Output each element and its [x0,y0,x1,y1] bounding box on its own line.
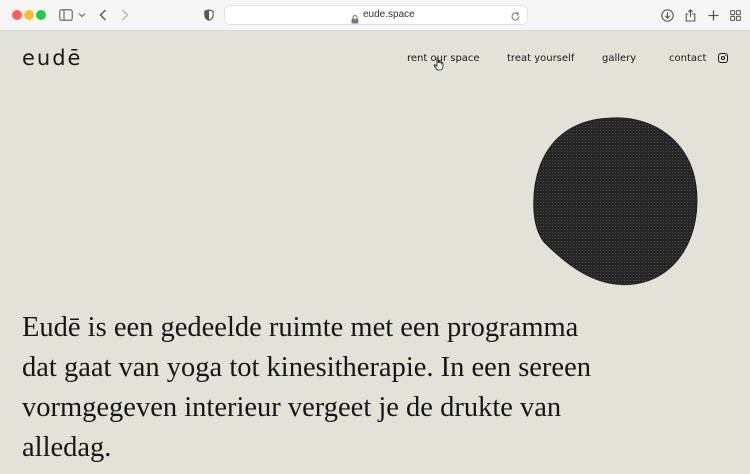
forward-icon[interactable] [119,6,131,24]
close-window-button[interactable] [12,10,22,20]
address-bar[interactable]: eude.space [224,5,528,25]
lock-icon [351,11,359,29]
plus-icon[interactable] [707,6,719,24]
intro-text: Eudē is een gedeelde ruimte met een prog… [22,312,591,463]
hand-pointer-icon [433,57,445,76]
shield-icon[interactable] [203,6,215,24]
browser-toolbar: eude.space [0,0,750,31]
minimize-window-button[interactable] [24,10,34,20]
web-page: eudē rent our space treat yourself galle… [0,31,750,474]
site-logo[interactable]: eudē [22,46,82,70]
share-icon[interactable] [684,6,696,24]
browser-window: eude.space eudē rent our space treat you… [0,0,750,474]
instagram-icon[interactable] [718,53,728,63]
nav-treat-yourself[interactable]: treat yourself [507,53,574,64]
sidebar-icon[interactable] [59,6,73,24]
nav-gallery[interactable]: gallery [602,53,636,64]
nav-contact[interactable]: contact [669,53,706,64]
zoom-window-button[interactable] [36,10,46,20]
back-icon[interactable] [97,6,109,24]
download-icon[interactable] [660,6,674,24]
reload-icon[interactable] [510,9,521,27]
dotted-blob-graphic [533,117,698,286]
address-url: eude.space [363,9,415,20]
chevron-down-icon[interactable] [77,6,87,24]
tabs-grid-icon[interactable] [729,6,741,24]
